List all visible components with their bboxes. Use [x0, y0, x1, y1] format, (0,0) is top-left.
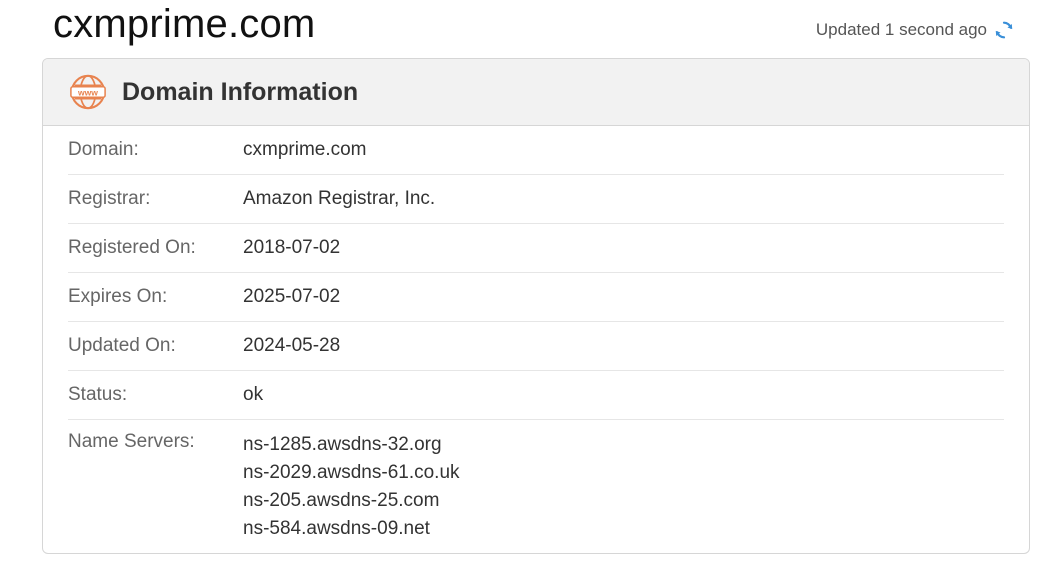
row-value: ok — [243, 384, 264, 405]
svg-text:www: www — [77, 87, 98, 97]
panel-title: Domain Information — [122, 77, 359, 106]
row-status: Status: ok — [68, 371, 1004, 420]
refresh-icon[interactable] — [993, 19, 1015, 41]
row-label: Domain: — [68, 139, 139, 160]
updated-text: Updated 1 second ago — [815, 20, 987, 39]
row-value: 2025-07-02 — [243, 286, 341, 307]
row-label: Registered On: — [68, 237, 196, 258]
name-server-item: ns-205.awsdns-25.com — [243, 490, 440, 511]
row-value: Amazon Registrar, Inc. — [243, 188, 436, 209]
panel-header: www Domain Information — [43, 59, 1029, 126]
row-label: Updated On: — [68, 335, 176, 356]
page-title: cxmprime.com — [53, 2, 316, 46]
info-rows: Domain: cxmprime.com Registrar: Amazon R… — [43, 126, 1029, 543]
name-server-item: ns-2029.awsdns-61.co.uk — [243, 462, 460, 483]
row-value: 2024-05-28 — [243, 335, 341, 356]
row-registrar: Registrar: Amazon Registrar, Inc. — [68, 175, 1004, 224]
updated-status: Updated 1 second ago — [816, 19, 1015, 41]
row-expires-on: Expires On: 2025-07-02 — [68, 273, 1004, 322]
row-domain: Domain: cxmprime.com — [68, 126, 1004, 175]
row-value: cxmprime.com — [243, 139, 367, 160]
row-registered-on: Registered On: 2018-07-02 — [68, 224, 1004, 273]
domain-info-panel: www Domain Information Domain: cxmprime.… — [42, 58, 1030, 554]
name-server-list: ns-1285.awsdns-32.org ns-2029.awsdns-61.… — [243, 431, 460, 543]
row-label: Name Servers: — [68, 431, 195, 452]
row-label: Status: — [68, 384, 128, 405]
row-label: Registrar: — [68, 188, 151, 209]
row-name-servers: Name Servers: ns-1285.awsdns-32.org ns-2… — [68, 420, 1004, 543]
row-updated-on: Updated On: 2024-05-28 — [68, 322, 1004, 371]
www-globe-icon: www — [69, 73, 107, 111]
name-server-item: ns-584.awsdns-09.net — [243, 518, 430, 539]
name-server-item: ns-1285.awsdns-32.org — [243, 434, 442, 455]
row-value: 2018-07-02 — [243, 237, 341, 258]
row-label: Expires On: — [68, 286, 168, 307]
